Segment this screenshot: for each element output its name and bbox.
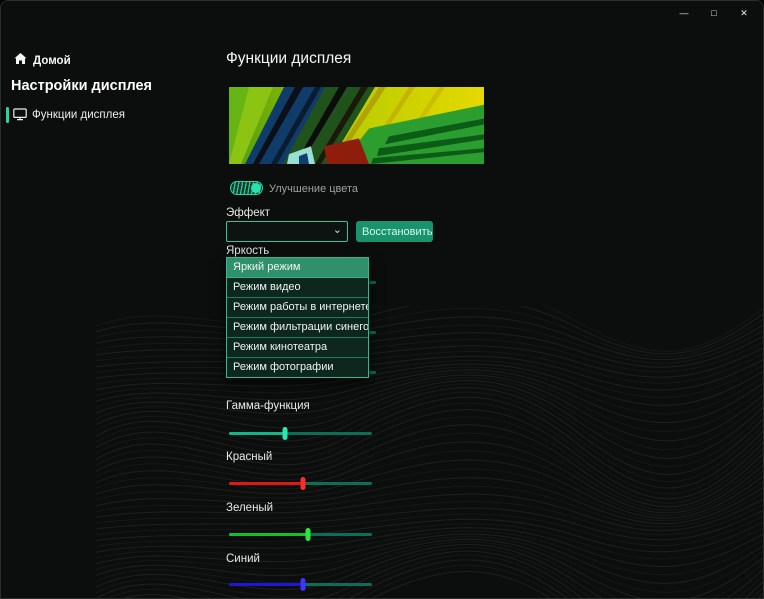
slider-label-green: Зеленый (226, 502, 274, 514)
color-enhancement-toggle[interactable] (230, 181, 263, 195)
sidebar-item-display-features[interactable]: Функции дисплея (1, 105, 206, 125)
slider-fill (229, 583, 304, 586)
slider-handle[interactable] (282, 427, 288, 440)
slider-label-gamma: Гамма-функция (226, 400, 310, 412)
slider-fill (229, 482, 304, 485)
slider-handle[interactable] (300, 578, 306, 591)
hidden-slider-fragment (369, 371, 376, 374)
red-slider[interactable] (229, 477, 372, 490)
sidebar-item-home[interactable]: Домой (14, 52, 71, 70)
minimize-button[interactable]: — (669, 2, 699, 24)
hidden-slider-fragment (369, 281, 376, 284)
slider-label-blue: Синий (226, 553, 260, 565)
brightness-label: Яркость (226, 245, 270, 257)
dropdown-option[interactable]: Режим фотографии (227, 358, 368, 377)
blue-slider[interactable] (229, 578, 372, 591)
selected-indicator (6, 107, 9, 123)
dropdown-option[interactable]: Режим работы в интернете (227, 298, 368, 318)
titlebar: — □ ✕ (1, 1, 763, 25)
wave-background-decoration (96, 306, 763, 598)
slider-fill (229, 533, 308, 536)
hidden-slider-fragment (369, 331, 376, 334)
dropdown-option[interactable]: Режим видео (227, 278, 368, 298)
maximize-button[interactable]: □ (699, 2, 729, 24)
toggle-label: Улучшение цвета (269, 183, 359, 195)
effect-label: Эффект (226, 207, 271, 219)
page-title: Функции дисплея (226, 50, 352, 67)
green-slider[interactable] (229, 528, 372, 541)
toggle-knob (251, 183, 261, 193)
app-window: — □ ✕ Домой Настройки дисплея Функции ди… (0, 0, 764, 599)
effect-combobox[interactable]: ⌄ (226, 221, 348, 242)
restore-button[interactable]: Восстановить (356, 221, 433, 242)
slider-handle[interactable] (300, 477, 306, 490)
gamma-slider[interactable] (229, 427, 372, 440)
sidebar-item-label: Функции дисплея (32, 109, 125, 121)
home-icon (14, 52, 27, 70)
color-preview-image (229, 87, 484, 164)
dropdown-option[interactable]: Режим кинотеатра (227, 338, 368, 358)
effect-dropdown-list: Яркий режим Режим видео Режим работы в и… (226, 257, 369, 378)
monitor-icon (13, 108, 27, 126)
slider-label-red: Красный (226, 451, 273, 463)
dropdown-option[interactable]: Режим фильтрации синего света (227, 318, 368, 338)
close-button[interactable]: ✕ (729, 2, 759, 24)
slider-fill (229, 432, 285, 435)
slider-handle[interactable] (305, 528, 311, 541)
chevron-down-icon: ⌄ (332, 224, 342, 236)
sidebar-home-label: Домой (33, 55, 71, 67)
dropdown-option[interactable]: Яркий режим (227, 258, 368, 278)
sidebar-section-title: Настройки дисплея (11, 78, 153, 94)
